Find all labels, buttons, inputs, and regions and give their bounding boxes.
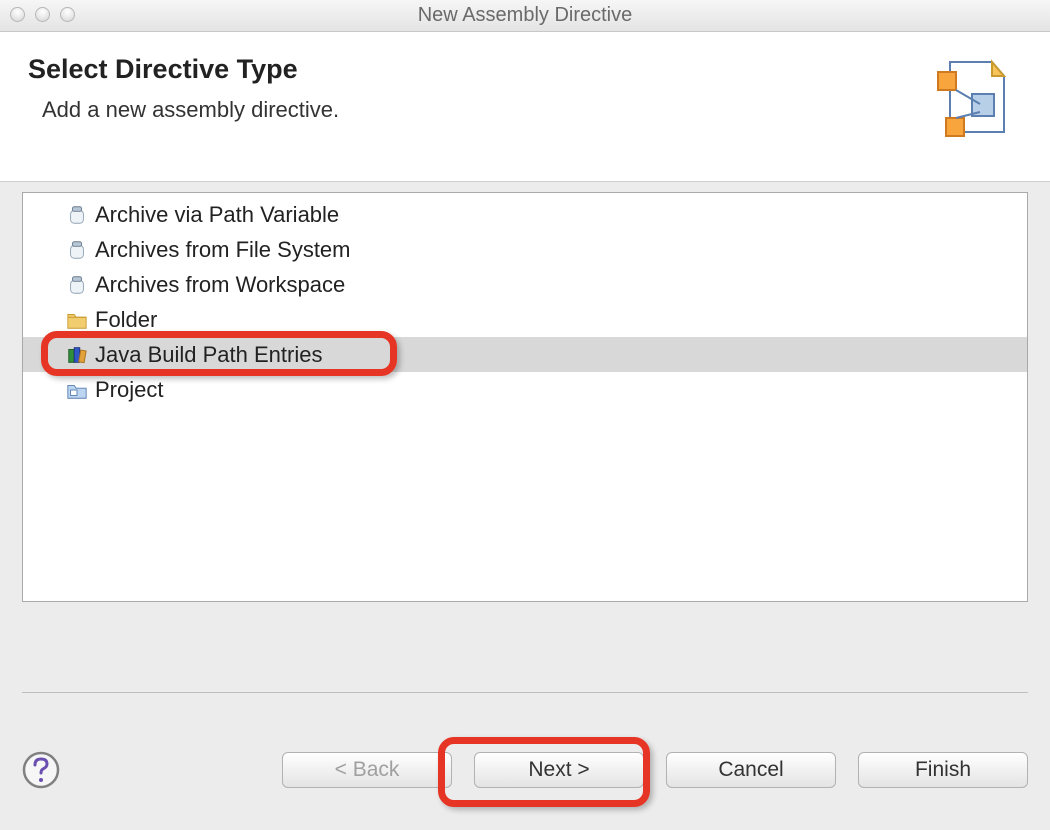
minimize-window-icon[interactable] <box>35 7 50 22</box>
list-item-label: Archives from Workspace <box>95 272 345 298</box>
list-item[interactable]: Archives from File System <box>23 232 1027 267</box>
title-bar: New Assembly Directive <box>0 0 1050 32</box>
close-window-icon[interactable] <box>10 7 25 22</box>
button-bar: < Back Next > Cancel Finish <box>0 722 1050 818</box>
list-item-label: Project <box>95 377 163 403</box>
window-title: New Assembly Directive <box>418 4 633 27</box>
list-item-label: Java Build Path Entries <box>95 342 322 368</box>
help-icon[interactable] <box>22 751 60 789</box>
list-item[interactable]: Project <box>23 372 1027 407</box>
back-button[interactable]: < Back <box>282 752 452 788</box>
zoom-window-icon[interactable] <box>60 7 75 22</box>
window-controls <box>10 7 75 22</box>
list-item-label: Folder <box>95 307 157 333</box>
wizard-header: Select Directive Type Add a new assembly… <box>0 32 1050 182</box>
list-item[interactable]: Archives from Workspace <box>23 267 1027 302</box>
jar-icon <box>65 203 89 227</box>
list-item-label: Archive via Path Variable <box>95 202 339 228</box>
directive-type-list[interactable]: Archive via Path Variable Archives from … <box>22 192 1028 602</box>
books-icon <box>65 343 89 367</box>
wizard-banner-icon <box>932 54 1012 144</box>
footer-separator <box>22 692 1028 693</box>
list-item[interactable]: Folder <box>23 302 1027 337</box>
list-item[interactable]: Archive via Path Variable <box>23 197 1027 232</box>
jar-icon <box>65 238 89 262</box>
project-icon <box>65 378 89 402</box>
content-region: Archive via Path Variable Archives from … <box>0 182 1050 722</box>
finish-button[interactable]: Finish <box>858 752 1028 788</box>
list-item-label: Archives from File System <box>95 237 351 263</box>
next-button[interactable]: Next > <box>474 752 644 788</box>
list-item[interactable]: Java Build Path Entries <box>23 337 1027 372</box>
cancel-button[interactable]: Cancel <box>666 752 836 788</box>
jar-icon <box>65 273 89 297</box>
page-subtitle: Add a new assembly directive. <box>42 97 339 123</box>
page-title: Select Directive Type <box>28 54 339 85</box>
folder-icon <box>65 308 89 332</box>
